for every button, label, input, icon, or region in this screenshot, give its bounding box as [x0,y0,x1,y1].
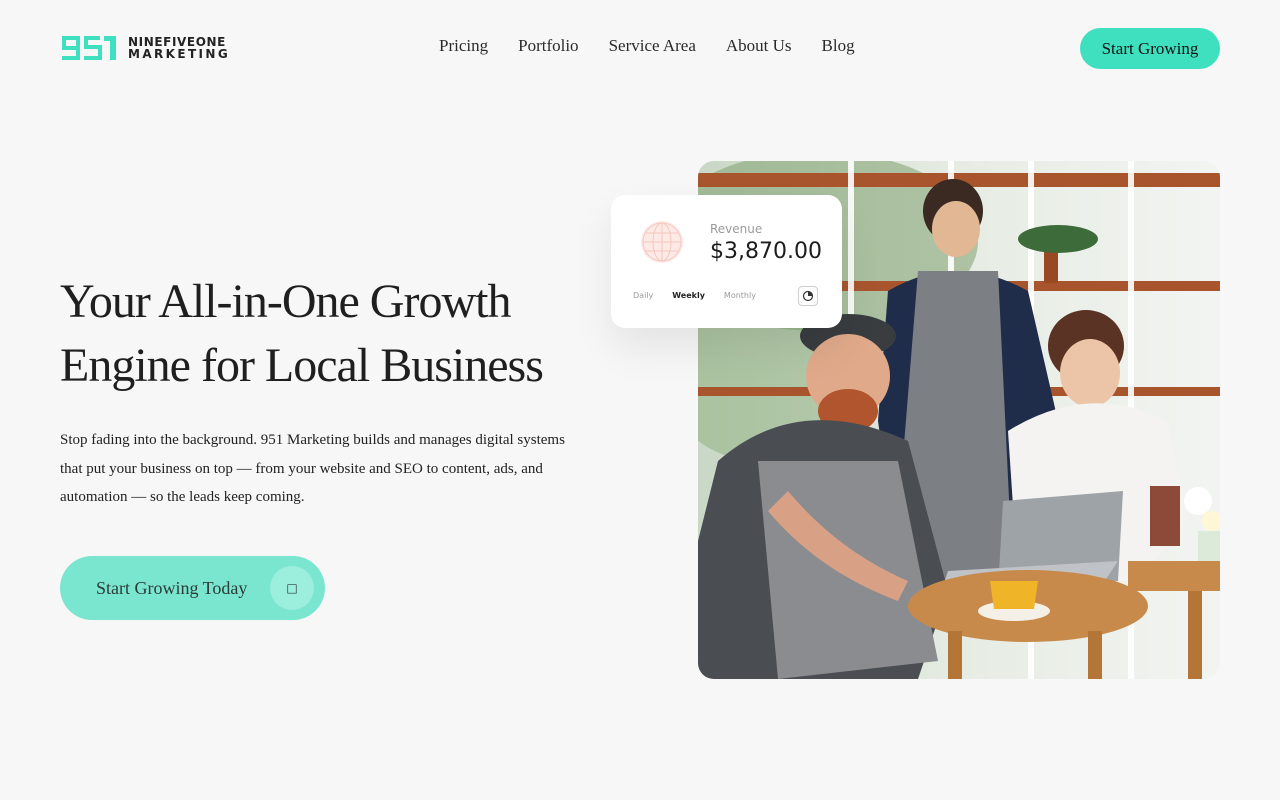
tab-daily[interactable]: Daily [633,291,653,300]
revenue-value: $3,870.00 [710,239,822,264]
pie-chart-icon[interactable] [798,286,818,306]
nav-blog[interactable]: Blog [822,36,855,56]
hero-title: Your All-in-One Growth Engine for Local … [60,270,620,398]
hero-title-line-2: Engine for Local Business [60,339,544,392]
start-growing-button[interactable]: Start Growing [1080,28,1220,69]
globe-icon [641,221,683,263]
tab-weekly[interactable]: Weekly [672,291,705,300]
nav-portfolio[interactable]: Portfolio [518,36,578,56]
hero-title-line-1: Your All-in-One Growth [60,275,511,328]
start-growing-today-button[interactable]: Start Growing Today □ [60,556,325,620]
logo[interactable]: NINEFIVEONE MARKETING [60,34,245,62]
logo-951-mark [62,36,116,60]
tab-monthly[interactable]: Monthly [724,291,756,300]
nav-pricing[interactable]: Pricing [439,36,488,56]
logo-wordmark: NINEFIVEONE MARKETING [128,36,230,60]
arrow-icon: □ [270,566,314,610]
nav-service-area[interactable]: Service Area [609,36,696,56]
revenue-label: Revenue [710,222,763,236]
hero-cta-label: Start Growing Today [96,577,248,598]
main-nav: Pricing Portfolio Service Area About Us … [439,36,855,56]
site-header: NINEFIVEONE MARKETING Pricing Portfolio … [0,0,1280,96]
hero-description: Stop fading into the background. 951 Mar… [60,432,565,505]
logo-line-2: MARKETING [128,47,231,61]
nav-about-us[interactable]: About Us [726,36,792,56]
revenue-period-tabs: Daily Weekly Monthly [633,291,756,300]
revenue-card: Revenue $3,870.00 Daily Weekly Monthly [611,195,842,328]
